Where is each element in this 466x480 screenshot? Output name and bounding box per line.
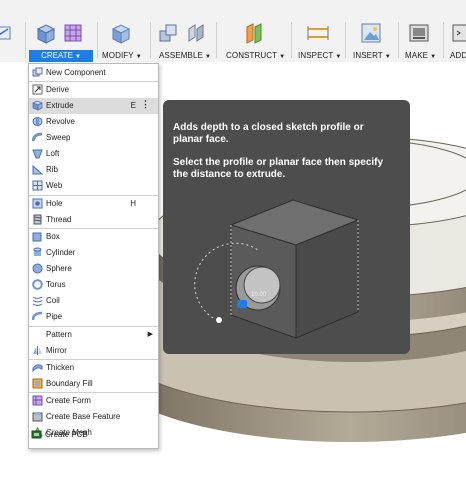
3d-print-icon[interactable] — [407, 21, 431, 45]
menu-item-revolve[interactable]: Revolve — [29, 114, 158, 130]
insert-image-icon[interactable] — [359, 21, 383, 45]
new-component-toolbar-icon[interactable] — [157, 21, 181, 45]
create-dropdown-menu: New Component Derive Extrude E ⋮ Revolve… — [28, 63, 159, 449]
tab-assemble-label: ASSEMBLE — [159, 51, 203, 60]
thread-icon — [33, 214, 42, 225]
tab-construct-label: CONSTRUCT — [226, 51, 278, 60]
toolbar-separator — [97, 22, 98, 58]
toolbar-separator — [216, 22, 217, 58]
revolve-icon — [32, 117, 43, 126]
tab-make-label: MAKE — [405, 51, 429, 60]
tab-make[interactable]: MAKE ▼ — [405, 51, 436, 60]
menu-item-create-base-feature[interactable]: Create Base Feature — [29, 409, 158, 425]
menu-item-create-form[interactable]: Create Form — [29, 393, 158, 409]
menu-item-pattern[interactable]: Pattern ▶ — [29, 327, 158, 343]
menu-item-sweep[interactable]: Sweep — [29, 130, 158, 146]
extrude-icon — [32, 100, 43, 111]
coil-icon — [32, 296, 43, 306]
dial-value-label: 10.00 — [251, 292, 267, 298]
cursor-hand-icon — [237, 300, 247, 308]
create-base-feature-icon — [32, 412, 43, 422]
menu-item-coil[interactable]: Coil — [29, 293, 158, 309]
create-form-icon — [32, 395, 43, 406]
chevron-down-icon: ▼ — [279, 54, 286, 60]
menu-item-box[interactable]: Box — [29, 229, 158, 245]
joint-icon[interactable] — [184, 21, 208, 45]
tab-add-ins-label: ADD — [450, 51, 466, 60]
cylinder-icon — [33, 247, 42, 256]
offset-plane-icon[interactable] — [242, 21, 266, 45]
tab-inspect[interactable]: INSPECT ▼ — [298, 51, 341, 60]
menu-item-torus[interactable]: Torus — [29, 277, 158, 293]
torus-icon — [32, 279, 43, 290]
new-component-icon — [32, 67, 43, 77]
menu-item-derive[interactable]: Derive — [29, 82, 158, 98]
hole-icon — [32, 198, 43, 209]
thicken-icon — [32, 364, 43, 373]
extrude-toolbar-icon[interactable] — [34, 21, 58, 45]
more-options-icon[interactable]: ⋮ — [141, 99, 150, 110]
scripts-icon[interactable] — [450, 21, 466, 45]
menu-item-new-component[interactable]: New Component — [29, 65, 158, 81]
tab-modify[interactable]: MODIFY ▼ — [102, 51, 142, 60]
tab-create-label: CREATE — [41, 51, 73, 60]
menu-item-extrude[interactable]: Extrude E ⋮ — [29, 98, 158, 114]
shortcut-h: H — [130, 199, 136, 208]
rib-icon — [32, 164, 43, 175]
shortcut-e: E — [130, 101, 136, 110]
chevron-down-icon: ▼ — [430, 54, 437, 60]
chevron-down-icon: ▼ — [74, 54, 81, 60]
tab-insert-label: INSERT — [353, 51, 383, 60]
toolbar-separator — [443, 22, 444, 58]
menu-item-sphere[interactable]: Sphere — [29, 261, 158, 277]
toolbar-separator — [150, 22, 151, 58]
sphere-icon — [32, 263, 43, 274]
tab-inspect-label: INSPECT — [298, 51, 334, 60]
menu-item-web[interactable]: Web — [29, 178, 158, 194]
pipe-icon — [32, 311, 43, 321]
create-form-toolbar-icon[interactable] — [61, 21, 85, 45]
box-icon — [32, 232, 42, 242]
web-icon — [32, 180, 43, 191]
boundary-fill-icon — [32, 378, 43, 389]
sketch-icon[interactable] — [0, 21, 16, 45]
chevron-down-icon: ▼ — [204, 54, 211, 60]
chevron-down-icon: ▼ — [335, 54, 342, 60]
toolbar-separator — [25, 22, 26, 58]
measure-icon[interactable] — [306, 21, 330, 45]
tab-insert[interactable]: INSERT ▼ — [353, 51, 391, 60]
menu-item-thicken[interactable]: Thicken — [29, 360, 158, 376]
create-pcb-icon — [31, 430, 42, 439]
tab-modify-label: MODIFY — [102, 51, 134, 60]
toolbar-separator — [398, 22, 399, 58]
loft-icon — [32, 149, 43, 159]
toolbar-separator — [345, 22, 346, 58]
extrude-tooltip: Adds depth to a closed sketch profile or… — [163, 100, 410, 354]
chevron-down-icon: ▼ — [135, 54, 142, 60]
menu-item-pipe[interactable]: Pipe — [29, 309, 158, 325]
menu-item-cylinder[interactable]: Cylinder — [29, 245, 158, 261]
menu-item-loft[interactable]: Loft — [29, 146, 158, 162]
menu-item-thread[interactable]: Thread — [29, 212, 158, 228]
toolbar-separator — [291, 22, 292, 58]
menu-item-create-pcb-row[interactable]: Create PCB — [28, 427, 157, 443]
toolbar: CREATE ▼ MODIFY ▼ ASSEMBLE ▼ CONSTRUCT ▼ INS… — [0, 0, 466, 63]
tab-assemble[interactable]: ASSEMBLE ▼ — [159, 51, 211, 60]
chevron-down-icon: ▼ — [384, 54, 391, 60]
menu-item-hole[interactable]: Hole H — [29, 196, 158, 212]
tab-create[interactable]: CREATE ▼ — [29, 50, 93, 62]
sweep-icon — [32, 132, 43, 142]
tab-add-ins[interactable]: ADD — [450, 51, 466, 60]
menu-item-boundary-fill[interactable]: Boundary Fill — [29, 376, 158, 392]
extrude-illustration: 10.00 — [194, 199, 360, 339]
mirror-icon — [33, 346, 42, 355]
derive-icon — [32, 84, 43, 95]
tab-construct[interactable]: CONSTRUCT ▼ — [226, 51, 285, 60]
menu-item-rib[interactable]: Rib — [29, 162, 158, 178]
menu-item-mirror[interactable]: Mirror — [29, 343, 158, 359]
submenu-arrow-icon: ▶ — [147, 331, 153, 338]
press-pull-icon[interactable] — [109, 21, 133, 45]
